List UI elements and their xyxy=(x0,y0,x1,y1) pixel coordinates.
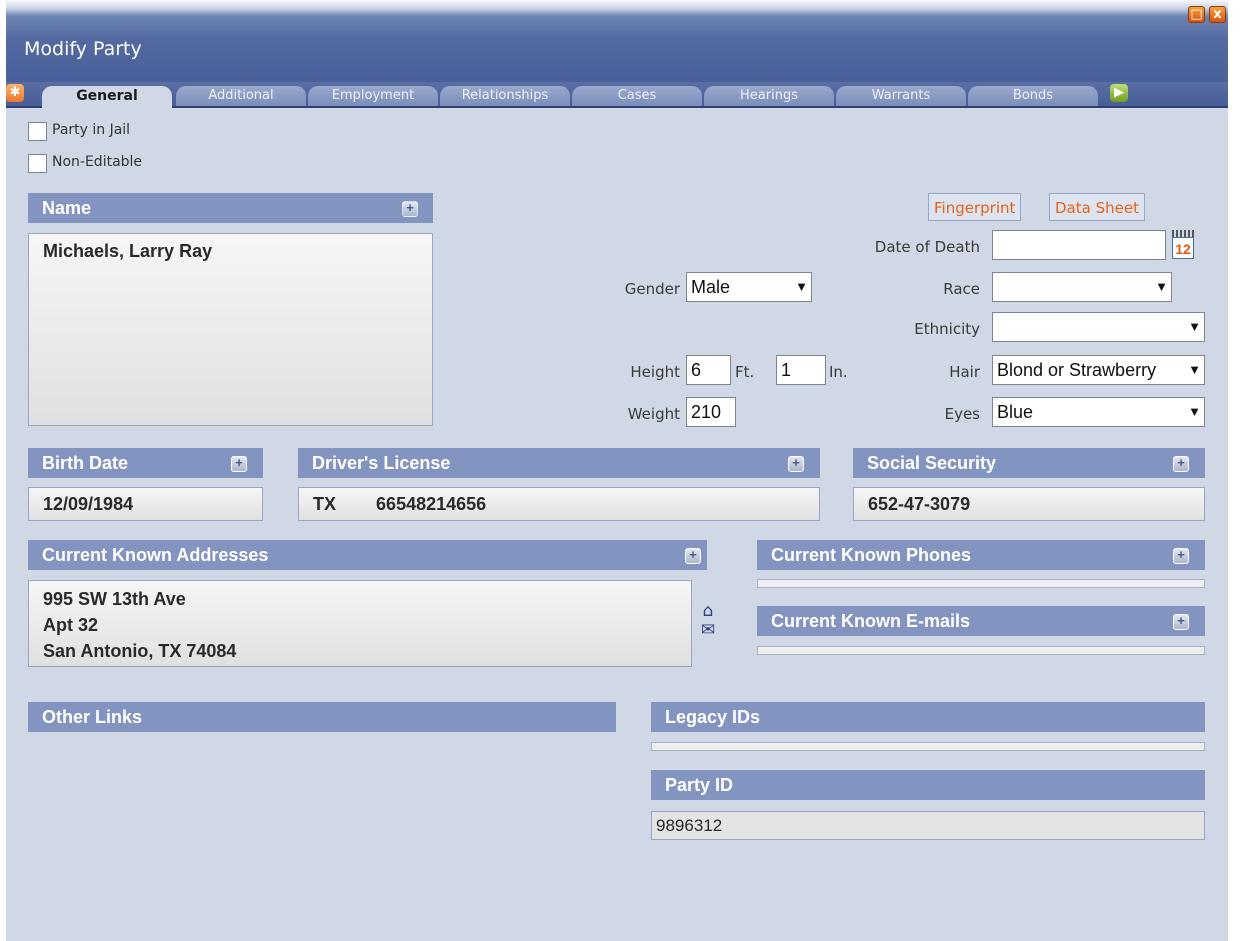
add-birth-date-plus-icon[interactable]: + xyxy=(231,456,247,472)
legacy-ids-list xyxy=(651,742,1205,751)
social-security-value: 652-47-3079 xyxy=(868,494,971,514)
tab-bonds[interactable]: Bonds xyxy=(968,86,1098,106)
race-label: Race xyxy=(943,280,980,298)
eyes-label: Eyes xyxy=(944,405,980,423)
ethnicity-label: Ethnicity xyxy=(914,320,980,338)
window-title: Modify Party xyxy=(24,38,142,60)
calendar-day: 12 xyxy=(1172,237,1194,259)
modify-party-window: Modify Party □ x ✱ General Additional Em… xyxy=(6,0,1228,941)
height-label: Height xyxy=(630,363,680,381)
address-line-2: Apt 32 xyxy=(43,615,99,635)
non-editable-checkbox[interactable] xyxy=(28,154,47,173)
address-icons: ⌂ ✉ xyxy=(697,602,719,640)
height-inches-input[interactable]: 1 xyxy=(776,355,826,385)
birth-date-value: 12/09/1984 xyxy=(43,494,134,514)
calendar-icon[interactable]: 12 xyxy=(1172,230,1194,260)
emails-header-label: Current Known E-mails xyxy=(771,611,971,631)
hair-label: Hair xyxy=(949,363,980,381)
add-social-security-plus-icon[interactable]: + xyxy=(1173,456,1189,472)
titlebar: Modify Party □ x xyxy=(6,0,1228,82)
emails-list xyxy=(757,646,1205,655)
tab-relationships[interactable]: Relationships xyxy=(440,86,570,106)
party-id-header-label: Party ID xyxy=(665,775,734,795)
hair-value: Blond or Strawberry xyxy=(997,360,1157,380)
name-section-header: Name + xyxy=(28,193,433,223)
ethnicity-select[interactable]: ▼ xyxy=(992,312,1205,342)
non-editable-label: Non-Editable xyxy=(52,154,143,170)
tab-scroll-left-icon[interactable]: ✱ xyxy=(6,84,24,102)
addresses-header-label: Current Known Addresses xyxy=(42,545,269,565)
add-email-plus-icon[interactable]: + xyxy=(1173,614,1189,630)
birth-date-header-label: Birth Date xyxy=(42,453,129,473)
add-phone-plus-icon[interactable]: + xyxy=(1173,548,1189,564)
social-security-header: Social Security + xyxy=(853,448,1205,478)
data-sheet-button[interactable]: Data Sheet xyxy=(1049,193,1145,221)
name-box: Michaels, Larry Ray xyxy=(28,233,433,426)
birth-date-header: Birth Date + xyxy=(28,448,263,478)
phones-header-label: Current Known Phones xyxy=(771,545,972,565)
phones-header: Current Known Phones + xyxy=(757,540,1205,570)
chevron-down-icon[interactable]: ▼ xyxy=(1185,398,1204,426)
tab-additional[interactable]: Additional xyxy=(176,86,306,106)
weight-label: Weight xyxy=(627,405,680,423)
tab-cases[interactable]: Cases xyxy=(572,86,702,106)
tab-warrants[interactable]: Warrants xyxy=(836,86,966,106)
eyes-value: Blue xyxy=(997,402,1034,422)
drivers-license-box: TX 66548214656 xyxy=(298,487,820,521)
addresses-header: Current Known Addresses + xyxy=(28,540,707,570)
chevron-down-icon[interactable]: ▼ xyxy=(792,273,811,301)
legacy-ids-header: Legacy IDs xyxy=(651,702,1205,732)
close-icon[interactable]: x xyxy=(1209,6,1226,23)
emails-header: Current Known E-mails + xyxy=(757,606,1205,636)
tab-employment[interactable]: Employment xyxy=(308,86,438,106)
other-links-header: Other Links xyxy=(28,702,616,732)
weight-input[interactable]: 210 xyxy=(686,397,736,427)
gender-select[interactable]: Male ▼ xyxy=(686,272,812,302)
party-id-field: 9896312 xyxy=(651,811,1205,840)
race-select[interactable]: ▼ xyxy=(992,272,1172,302)
home-icon[interactable]: ⌂ xyxy=(697,602,719,621)
other-links-header-label: Other Links xyxy=(42,707,143,727)
legacy-ids-header-label: Legacy IDs xyxy=(665,707,761,727)
license-number: 66548214656 xyxy=(376,494,487,514)
chevron-down-icon[interactable]: ▼ xyxy=(1185,356,1204,384)
mail-icon[interactable]: ✉ xyxy=(697,621,719,640)
social-security-box: 652-47-3079 xyxy=(853,487,1205,521)
party-id-header: Party ID xyxy=(651,770,1205,800)
maximize-icon[interactable]: □ xyxy=(1188,6,1205,23)
add-address-plus-icon[interactable]: + xyxy=(685,548,701,564)
hair-select[interactable]: Blond or Strawberry ▼ xyxy=(992,355,1205,385)
social-security-header-label: Social Security xyxy=(867,453,997,473)
party-name: Michaels, Larry Ray xyxy=(43,241,213,261)
eyes-select[interactable]: Blue ▼ xyxy=(992,397,1205,427)
height-feet-input[interactable]: 6 xyxy=(686,355,731,385)
add-name-plus-icon[interactable]: + xyxy=(402,201,418,217)
party-id-value: 9896312 xyxy=(656,816,723,835)
tab-scroll-right-icon[interactable]: ▶ xyxy=(1110,84,1128,102)
gender-value: Male xyxy=(691,277,731,297)
fingerprint-button[interactable]: Fingerprint xyxy=(928,193,1022,221)
address-box[interactable]: 995 SW 13th Ave Apt 32 San Antonio, TX 7… xyxy=(28,580,692,667)
tab-general[interactable]: General xyxy=(42,86,172,108)
gender-label: Gender xyxy=(624,280,680,298)
drivers-license-header: Driver's License + xyxy=(298,448,820,478)
date-of-death-label: Date of Death xyxy=(874,238,980,256)
feet-unit-label: Ft. xyxy=(735,363,755,381)
party-in-jail-label: Party in Jail xyxy=(52,122,131,138)
date-of-death-input[interactable] xyxy=(992,230,1166,260)
phones-list xyxy=(757,579,1205,588)
party-in-jail-checkbox[interactable] xyxy=(28,122,47,141)
drivers-license-header-label: Driver's License xyxy=(312,453,451,473)
name-header-label: Name xyxy=(42,198,92,218)
address-line-1: 995 SW 13th Ave xyxy=(43,589,186,609)
chevron-down-icon[interactable]: ▼ xyxy=(1185,313,1204,341)
add-drivers-license-plus-icon[interactable]: + xyxy=(788,456,804,472)
address-line-3: San Antonio, TX 74084 xyxy=(43,641,237,661)
license-state: TX xyxy=(313,494,337,514)
tab-hearings[interactable]: Hearings xyxy=(704,86,834,106)
chevron-down-icon[interactable]: ▼ xyxy=(1152,273,1171,301)
tab-bar: ✱ General Additional Employment Relation… xyxy=(6,82,1228,108)
birth-date-box: 12/09/1984 xyxy=(28,487,263,521)
